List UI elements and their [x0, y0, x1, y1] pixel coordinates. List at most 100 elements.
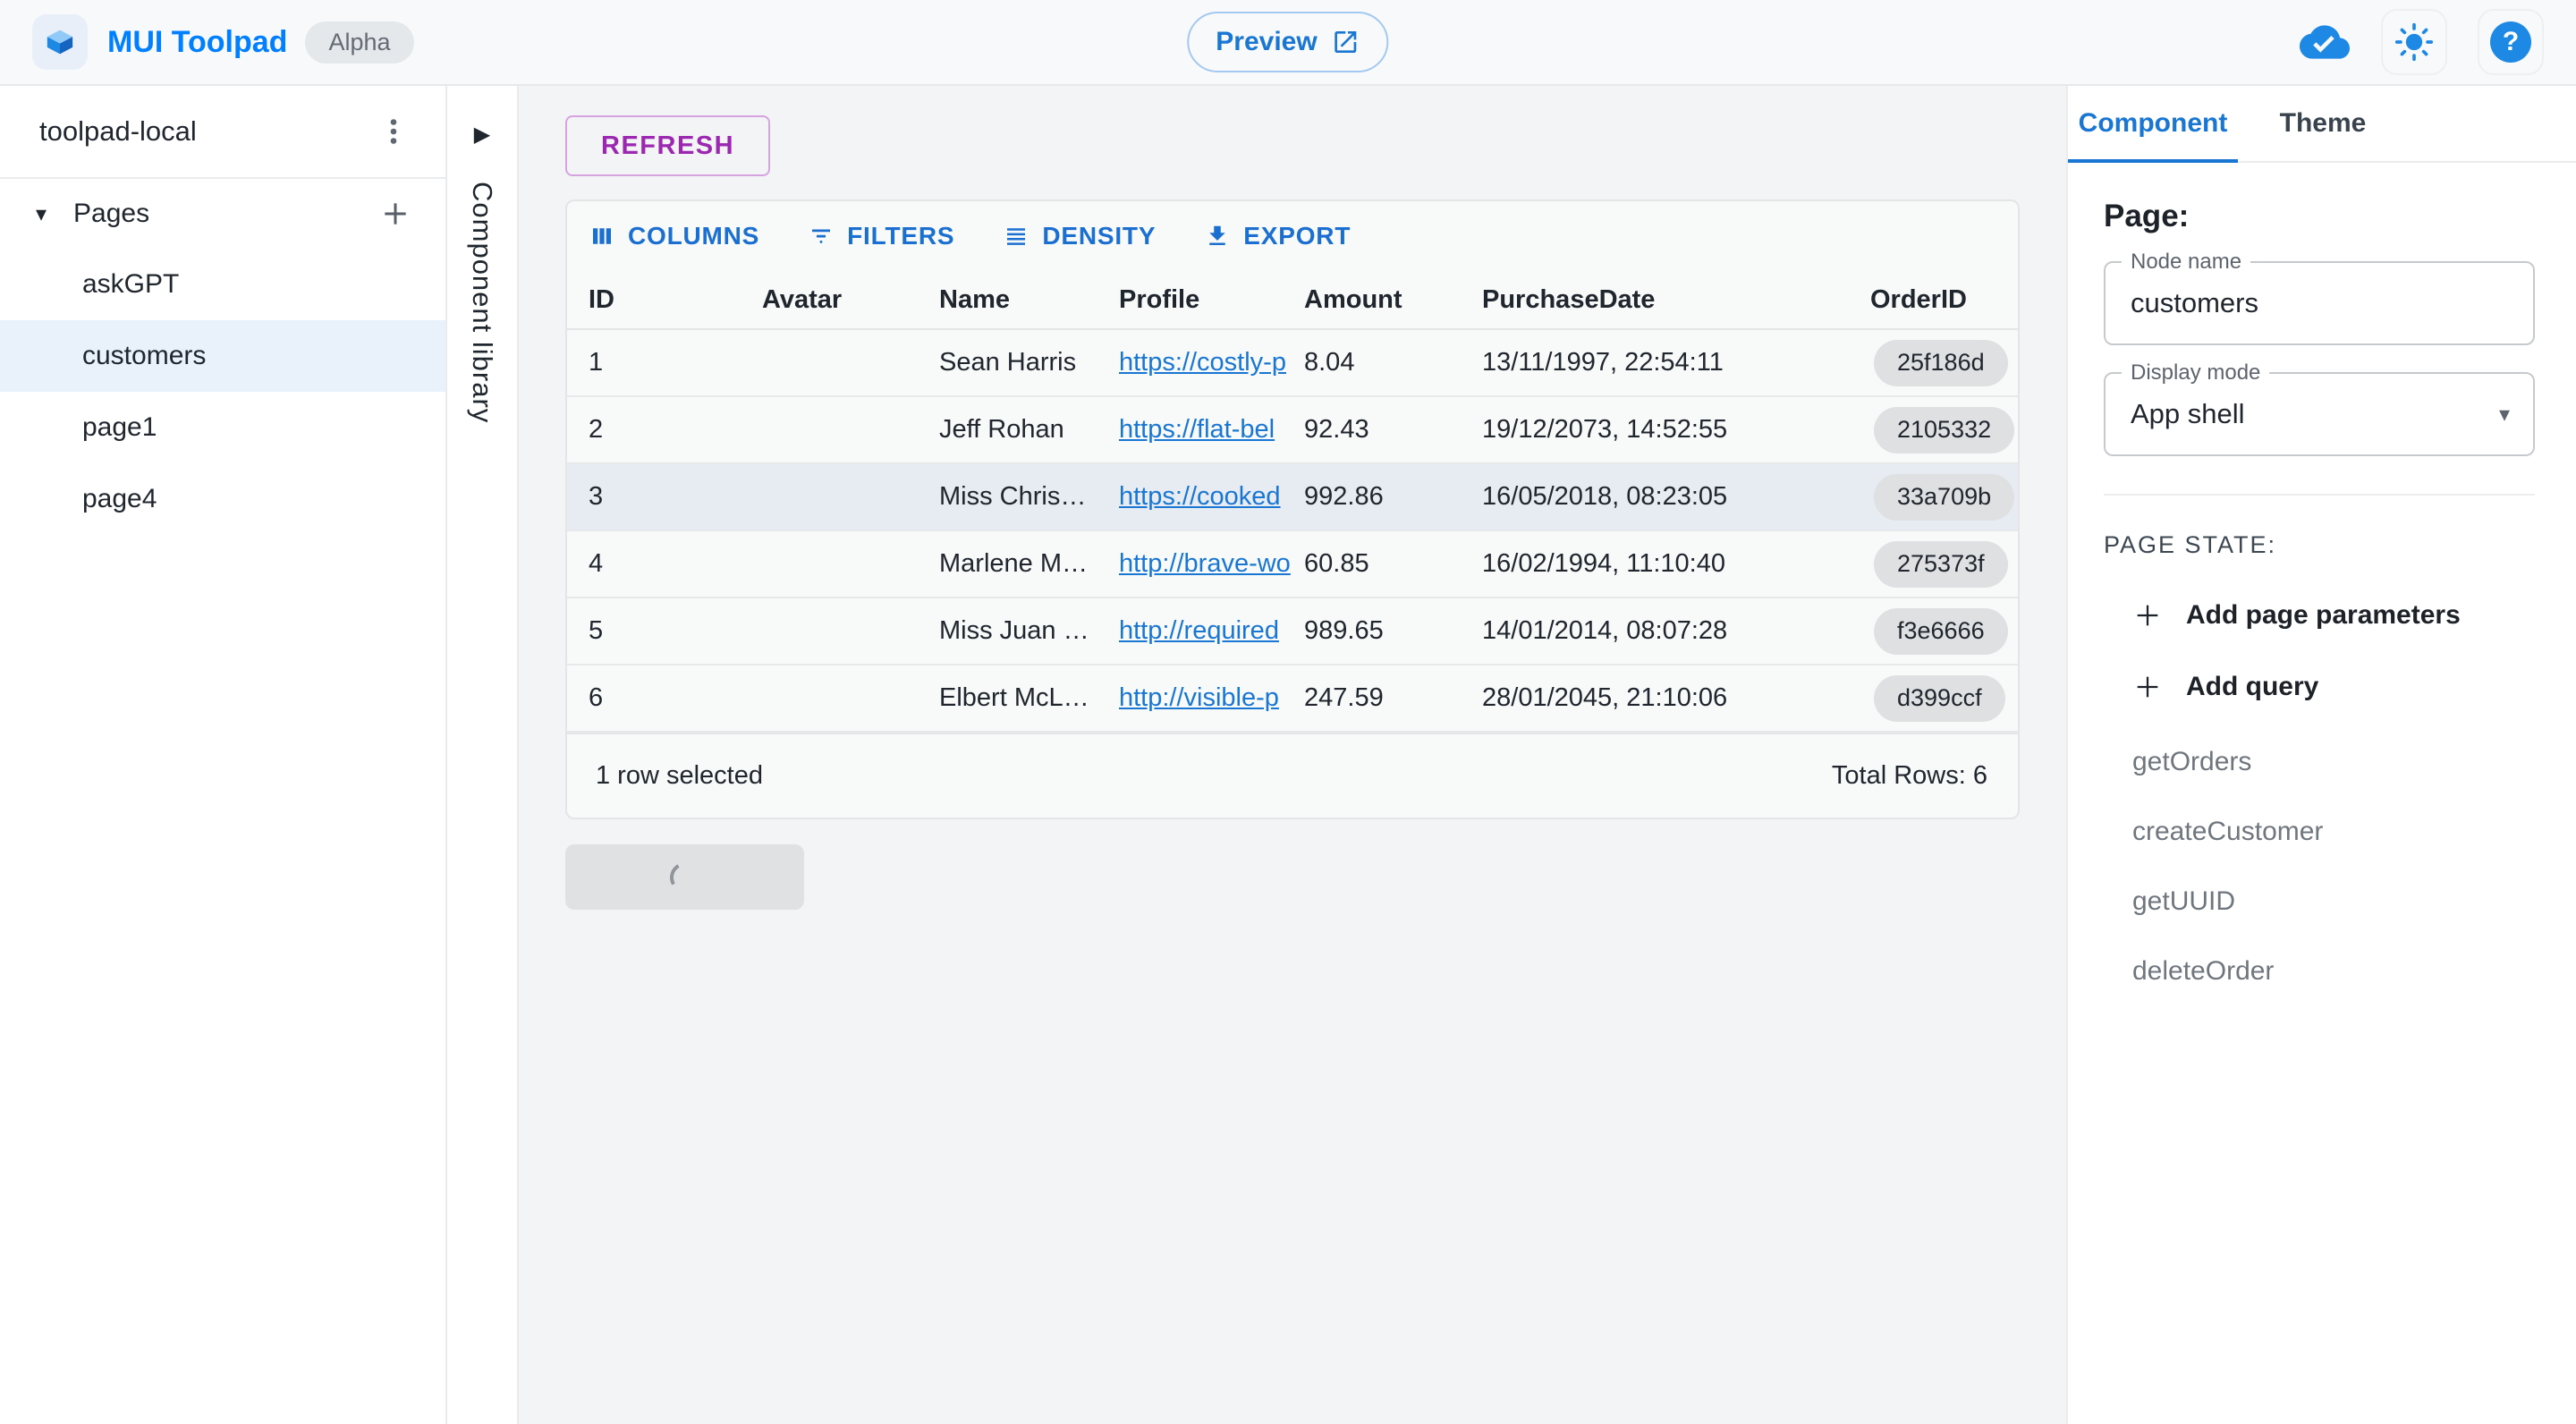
plus-icon: [2132, 672, 2163, 702]
page-state-label: PAGE STATE:: [2104, 531, 2535, 559]
profile-link[interactable]: http://required: [1119, 616, 1291, 646]
page-canvas: REFRESH COLUMNS FILTERS: [519, 86, 2066, 1424]
toolpad-app: MUI Toolpad Alpha Preview: [0, 0, 2576, 1424]
col-header-profile[interactable]: Profile: [1119, 285, 1304, 315]
profile-link[interactable]: https://costly-p: [1119, 348, 1291, 377]
topbar-actions: ?: [2299, 9, 2544, 75]
pages-section-label[interactable]: Pages: [73, 199, 149, 229]
cell-amount: 989.65: [1304, 616, 1482, 646]
filters-button-label: FILTERS: [847, 222, 954, 250]
brand-link[interactable]: MUI Toolpad Alpha: [32, 14, 414, 70]
table-row[interactable]: 6 Elbert McL… http://visible-p 247.59 28…: [567, 665, 2018, 733]
table-row[interactable]: 4 Marlene M… http://brave-wo 60.85 16/02…: [567, 531, 2018, 598]
table-row[interactable]: 1 Sean Harris https://costly-p 8.04 13/1…: [567, 330, 2018, 397]
component-library-label[interactable]: Component library: [466, 182, 498, 423]
cell-amount: 60.85: [1304, 549, 1482, 579]
help-button[interactable]: ?: [2478, 9, 2544, 75]
inspector-panel: Component Theme Page: Node name customer…: [2066, 86, 2576, 1424]
cell-id: 6: [589, 683, 762, 713]
query-item-getorders[interactable]: getOrders: [2132, 747, 2535, 777]
selection-status: 1 row selected: [596, 761, 763, 791]
order-id-chip: 2105332: [1874, 407, 2014, 453]
preview-button-label: Preview: [1216, 27, 1317, 57]
profile-link[interactable]: https://cooked: [1119, 482, 1291, 512]
add-query-button[interactable]: Add query: [2132, 672, 2318, 702]
profile-link[interactable]: https://flat-bel: [1119, 415, 1291, 445]
project-row: toolpad-local: [0, 86, 445, 179]
loading-button[interactable]: [565, 844, 804, 910]
cell-purchasedate: 28/01/2045, 21:10:06: [1482, 683, 1870, 713]
theme-toggle-button[interactable]: [2381, 9, 2447, 75]
add-page-button[interactable]: [377, 196, 413, 232]
col-header-purchasedate[interactable]: PurchaseDate: [1482, 285, 1870, 315]
cell-amount: 247.59: [1304, 683, 1482, 713]
cell-purchasedate: 16/05/2018, 08:23:05: [1482, 482, 1870, 512]
preview-button[interactable]: Preview: [1187, 12, 1388, 72]
refresh-button[interactable]: REFRESH: [565, 115, 770, 176]
query-item-deleteorder[interactable]: deleteOrder: [2132, 956, 2535, 987]
profile-link[interactable]: http://brave-wo: [1119, 549, 1291, 579]
kebab-icon: [377, 115, 410, 148]
top-bar: MUI Toolpad Alpha Preview: [0, 0, 2576, 86]
table-row[interactable]: 2 Jeff Rohan https://flat-bel 92.43 19/1…: [567, 397, 2018, 464]
toolpad-logo-icon: [32, 14, 88, 70]
table-row[interactable]: 5 Miss Juan … http://required 989.65 14/…: [567, 598, 2018, 665]
pages-collapse-caret[interactable]: ▾: [23, 201, 59, 227]
table-row-selected[interactable]: 3 Miss Chris… https://cooked 992.86 16/0…: [567, 464, 2018, 531]
node-name-label: Node name: [2122, 250, 2250, 275]
node-name-field[interactable]: Node name customers: [2104, 261, 2535, 345]
add-page-parameters-label: Add page parameters: [2186, 600, 2461, 631]
cell-id: 3: [589, 482, 762, 512]
plus-icon: [2132, 600, 2163, 631]
sidebar-item-page4[interactable]: page4: [0, 463, 445, 535]
sidebar-item-askgpt[interactable]: askGPT: [0, 249, 445, 320]
density-button[interactable]: DENSITY: [1003, 222, 1156, 250]
loading-spinner-icon: [666, 859, 704, 896]
order-id-chip: d399ccf: [1874, 675, 2005, 722]
project-menu-button[interactable]: [377, 115, 410, 148]
cell-name: Elbert McL…: [939, 683, 1119, 713]
density-button-label: DENSITY: [1042, 222, 1156, 250]
col-header-amount[interactable]: Amount: [1304, 285, 1482, 315]
columns-button[interactable]: COLUMNS: [589, 222, 759, 250]
grid-footer: 1 row selected Total Rows: 6: [567, 733, 2018, 818]
cell-id: 5: [589, 616, 762, 646]
filters-button[interactable]: FILTERS: [808, 222, 954, 250]
component-library-expand-arrow[interactable]: ▶: [474, 122, 490, 148]
cell-purchasedate: 19/12/2073, 14:52:55: [1482, 415, 1870, 445]
plus-icon: [377, 196, 413, 232]
filter-icon: [808, 223, 835, 250]
add-page-parameters-button[interactable]: Add page parameters: [2132, 600, 2461, 631]
cloud-synced-icon: [2299, 23, 2351, 61]
col-header-avatar[interactable]: Avatar: [762, 285, 939, 315]
col-header-orderid[interactable]: OrderID: [1870, 285, 2018, 315]
display-mode-select[interactable]: Display mode App shell ▾: [2104, 372, 2535, 456]
tab-component[interactable]: Component: [2068, 86, 2238, 161]
grid-header-row: ID Avatar Name Profile Amount PurchaseDa…: [567, 271, 2018, 330]
export-button[interactable]: EXPORT: [1204, 222, 1351, 250]
explorer-sidebar: toolpad-local ▾ Pages askGPT customers: [0, 86, 447, 1424]
download-icon: [1204, 223, 1231, 250]
col-header-id[interactable]: ID: [589, 285, 762, 315]
cell-name: Marlene M…: [939, 549, 1119, 579]
page-heading: Page:: [2104, 199, 2535, 234]
tab-theme[interactable]: Theme: [2238, 86, 2408, 161]
profile-link[interactable]: http://visible-p: [1119, 683, 1291, 713]
cell-name: Sean Harris: [939, 348, 1119, 377]
cell-amount: 992.86: [1304, 482, 1482, 512]
sidebar-item-page1[interactable]: page1: [0, 392, 445, 463]
inspector-tabs: Component Theme: [2068, 86, 2576, 163]
export-button-label: EXPORT: [1243, 222, 1351, 250]
col-header-name[interactable]: Name: [939, 285, 1119, 315]
order-id-chip: 33a709b: [1874, 474, 2014, 521]
columns-icon: [589, 223, 615, 250]
order-id-chip: 275373f: [1874, 541, 2008, 588]
density-icon: [1003, 223, 1030, 250]
pages-section-header: ▾ Pages: [0, 179, 445, 249]
cell-purchasedate: 13/11/1997, 22:54:11: [1482, 348, 1870, 377]
order-id-chip: 25f186d: [1874, 340, 2008, 386]
sidebar-item-customers[interactable]: customers: [0, 320, 445, 392]
query-item-createcustomer[interactable]: createCustomer: [2132, 817, 2535, 847]
cell-name: Jeff Rohan: [939, 415, 1119, 445]
query-item-getuuid[interactable]: getUUID: [2132, 886, 2535, 917]
